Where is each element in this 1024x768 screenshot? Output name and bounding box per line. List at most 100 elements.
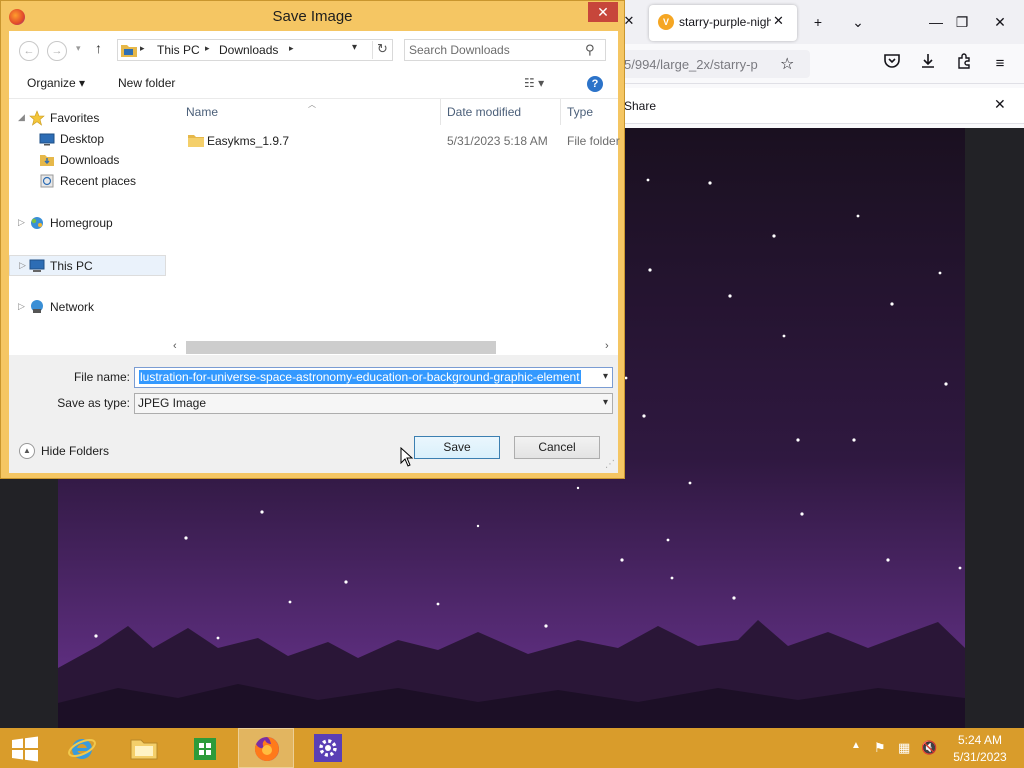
site-favicon-icon: V (658, 14, 674, 30)
hide-folders-label: Hide Folders (41, 444, 110, 458)
downloads-folder-icon (40, 155, 54, 166)
maximize-button[interactable]: ❐ (952, 12, 972, 32)
settings-gear-icon (314, 734, 342, 762)
address-bar[interactable]: ▸ This PC ▸ Downloads ▸ ▾ ↻ (117, 39, 393, 61)
save-type-label: Save as type: (57, 396, 130, 410)
resize-grip-icon[interactable]: ⋰ (605, 459, 615, 470)
file-explorer-icon (130, 739, 158, 760)
taskbar-firefox[interactable] (238, 728, 294, 768)
search-input[interactable] (409, 42, 579, 58)
save-image-dialog: Save Image ✕ ← → ▾ ↑ ▸ This PC ▸ Downloa… (0, 0, 625, 479)
mouse-cursor-icon (400, 447, 414, 467)
url-bar[interactable]: 5/994/large_2x/starry-p ☆ (610, 50, 810, 78)
file-row[interactable]: Easykms_1.9.7 5/31/2023 5:18 AM File fol… (182, 131, 620, 151)
change-view-button[interactable]: ☷ ▾ (524, 76, 544, 90)
search-icon[interactable]: ⚲ (585, 42, 595, 58)
pocket-icon[interactable] (881, 53, 903, 75)
address-history-dropdown[interactable]: ▾ (352, 42, 357, 53)
action-center-flag-icon[interactable]: ⚑ (874, 740, 886, 756)
cancel-button[interactable]: Cancel (514, 436, 600, 459)
refresh-icon[interactable]: ↻ (372, 41, 392, 59)
windows-logo-icon (12, 736, 38, 762)
taskbar-store[interactable] (177, 728, 233, 768)
tab-title: starry-purple-night (679, 15, 771, 29)
back-button[interactable]: ← (19, 41, 39, 61)
computer-icon (29, 259, 45, 272)
column-header-date-modified[interactable]: Date modified (447, 105, 521, 119)
collapsed-arrow-icon[interactable]: ▷ (19, 260, 26, 271)
notification-close-icon[interactable]: ✕ (994, 96, 1006, 113)
save-type-select[interactable]: JPEG Image ▾ (134, 393, 613, 414)
volume-muted-icon[interactable]: 🔇 (921, 740, 937, 756)
nav-item-homegroup[interactable]: ▷ Homegroup (9, 213, 166, 234)
forward-button[interactable]: → (47, 41, 67, 61)
nav-item-network[interactable]: ▷ Network (9, 297, 166, 318)
clock-time[interactable]: 5:24 AM (940, 733, 1020, 747)
dialog-body: ← → ▾ ↑ ▸ This PC ▸ Downloads ▸ ▾ ↻ ⚲ (9, 31, 620, 473)
new-folder-button[interactable]: New folder (118, 76, 175, 90)
expanded-arrow-icon[interactable]: ◢ (18, 112, 25, 123)
taskbar-internet-explorer[interactable] (54, 728, 110, 768)
dialog-close-button[interactable]: ✕ (588, 2, 618, 22)
nav-item-this-pc[interactable]: ▷ This PC (9, 255, 166, 276)
nav-item-desktop[interactable]: Desktop (9, 129, 166, 150)
folder-icon (188, 135, 204, 147)
downloads-icon[interactable] (917, 53, 939, 75)
show-hidden-icons[interactable]: ▲ (851, 740, 861, 751)
notification-bar: Share ✕ (610, 88, 1024, 124)
address-row: ← → ▾ ↑ ▸ This PC ▸ Downloads ▸ ▾ ↻ ⚲ (9, 31, 618, 69)
minimize-button[interactable]: — (926, 12, 946, 32)
scroll-left-icon[interactable]: ‹ (173, 340, 177, 352)
network-icon (31, 300, 43, 313)
tab-starry-purple-night[interactable]: V starry-purple-night ✕ (649, 5, 797, 41)
network-tray-icon[interactable]: ▦ (898, 740, 910, 756)
window-close-button[interactable]: ✕ (990, 12, 1010, 32)
bookmark-star-icon[interactable]: ☆ (780, 54, 794, 74)
nav-item-recent-places[interactable]: Recent places (9, 171, 166, 192)
search-box[interactable]: ⚲ (404, 39, 606, 61)
save-type-dropdown-icon[interactable]: ▾ (603, 397, 608, 408)
file-list: ︿ Name Date modified Type Easykms_1.9.7 … (174, 99, 620, 355)
breadcrumb-downloads[interactable]: Downloads (219, 43, 278, 57)
nav-label: This PC (50, 259, 93, 273)
file-name-input[interactable]: lustration-for-universe-space-astronomy-… (134, 367, 613, 388)
file-name-value: lustration-for-universe-space-astronomy-… (139, 370, 581, 384)
nav-label: Downloads (60, 153, 120, 167)
dialog-titlebar[interactable]: Save Image ✕ (1, 1, 624, 31)
column-header-name[interactable]: Name (186, 105, 218, 119)
organize-menu[interactable]: Organize ▾ (27, 76, 85, 90)
column-header-type[interactable]: Type (567, 105, 593, 119)
menu-icon[interactable]: ≡ (989, 53, 1011, 75)
dialog-title: Save Image (272, 8, 353, 25)
collapsed-arrow-icon[interactable]: ▷ (18, 301, 25, 312)
start-button[interactable] (0, 728, 56, 768)
scroll-right-icon[interactable]: › (605, 340, 609, 352)
save-button[interactable]: Save (414, 436, 500, 459)
breadcrumb-this-pc[interactable]: This PC (157, 43, 200, 57)
recent-locations-dropdown[interactable]: ▾ (76, 43, 81, 54)
help-icon[interactable]: ? (587, 76, 603, 92)
tab-close-icon[interactable]: ✕ (773, 13, 784, 29)
file-type: File folder (567, 134, 620, 148)
up-button[interactable]: ↑ (95, 40, 102, 56)
file-name: Easykms_1.9.7 (207, 134, 290, 148)
file-name-label: File name: (73, 370, 130, 384)
clock-date[interactable]: 5/31/2023 (940, 750, 1020, 764)
share-label[interactable]: Share (624, 99, 656, 113)
homegroup-icon (31, 217, 43, 229)
taskbar-file-explorer[interactable] (116, 728, 172, 768)
scrollbar-thumb[interactable] (186, 341, 496, 354)
taskbar-settings[interactable] (300, 728, 356, 768)
url-text: 5/994/large_2x/starry-p (624, 57, 758, 72)
nav-item-favorites[interactable]: ◢ Favorites (9, 108, 166, 129)
nav-item-downloads[interactable]: Downloads (9, 150, 166, 171)
save-options: File name: lustration-for-universe-space… (9, 355, 618, 473)
extensions-icon[interactable] (953, 53, 975, 75)
firefox-taskbar-icon (254, 737, 279, 761)
collapsed-arrow-icon[interactable]: ▷ (18, 217, 25, 228)
desktop-icon (39, 133, 55, 146)
horizontal-scrollbar[interactable]: ‹ › (169, 339, 618, 356)
tab-list-button[interactable]: ⌄ (848, 12, 868, 32)
new-tab-button[interactable]: + (808, 12, 828, 32)
file-name-dropdown-icon[interactable]: ▾ (599, 371, 608, 382)
